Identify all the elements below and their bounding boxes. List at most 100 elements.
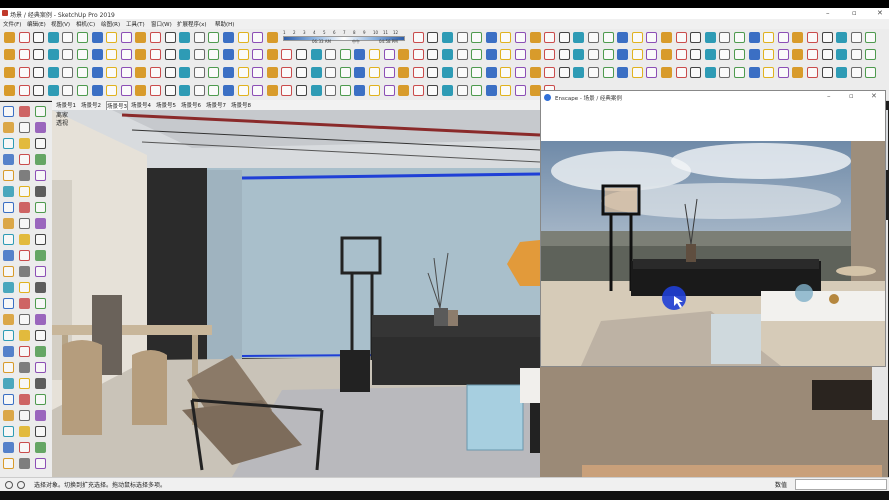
toolbar-tool-icon[interactable] [602,49,614,60]
left-tool-icon[interactable] [3,170,14,181]
toolbar-tool-icon[interactable] [412,49,424,60]
left-tool-icon[interactable] [35,282,46,293]
toolbar-tool-icon[interactable] [164,67,176,78]
toolbar-tool-icon[interactable] [748,67,760,78]
toolbar-tool-icon[interactable] [471,67,483,78]
toolbar-tool-icon[interactable] [62,49,74,60]
left-tool-icon[interactable] [35,170,46,181]
toolbar-tool-icon[interactable] [208,32,220,43]
toolbar-tool-icon[interactable] [734,67,745,78]
toolbar-tool-icon[interactable] [471,85,483,96]
enscape-close-button[interactable]: ✕ [871,92,877,100]
left-tool-icon[interactable] [19,282,30,293]
toolbar-tool-icon[interactable] [208,49,220,60]
toolbar-tool-icon[interactable] [339,67,351,78]
toolbar-tool-icon[interactable] [193,49,205,60]
toolbar-tool-icon[interactable] [135,32,147,43]
toolbar-tool-icon[interactable] [252,49,264,60]
left-tool-icon[interactable] [3,458,14,469]
toolbar-tool-icon[interactable] [135,67,147,78]
menu-view[interactable]: 视图(V) [51,20,70,28]
toolbar-tool-icon[interactable] [62,67,74,78]
toolbar-tool-icon[interactable] [763,49,775,60]
toolbar-tool-icon[interactable] [150,67,161,78]
toolbar-tool-icon[interactable] [777,32,789,43]
toolbar-tool-icon[interactable] [646,32,658,43]
toolbar-tool-icon[interactable] [748,32,760,43]
menu-camera[interactable]: 相机(C) [76,20,95,28]
left-tool-icon[interactable] [3,106,14,117]
toolbar-tool-icon[interactable] [325,85,337,96]
menu-window[interactable]: 窗口(W) [151,20,172,28]
toolbar-tool-icon[interactable] [588,32,599,43]
toolbar-tool-icon[interactable] [573,32,585,43]
menu-file[interactable]: 文件(F) [3,20,21,28]
toolbar-tool-icon[interactable] [266,32,278,43]
toolbar-tool-icon[interactable] [573,67,585,78]
toolbar-tool-icon[interactable] [763,67,775,78]
toolbar-tool-icon[interactable] [369,67,380,78]
toolbar-tool-icon[interactable] [106,85,118,96]
toolbar-tool-icon[interactable] [631,49,643,60]
toolbar-tool-icon[interactable] [675,67,687,78]
left-tool-icon[interactable] [35,426,46,437]
left-tool-icon[interactable] [19,442,30,453]
toolbar-tool-icon[interactable] [237,49,249,60]
maximize-button[interactable]: ▫ [852,9,857,17]
toolbar-tool-icon[interactable] [120,85,132,96]
toolbar-tool-icon[interactable] [807,67,818,78]
toolbar-tool-icon[interactable] [675,49,687,60]
toolbar-tool-icon[interactable] [223,85,234,96]
tab-scene-1[interactable]: 场景号1 [56,101,76,109]
left-tool-icon[interactable] [3,362,14,373]
toolbar-tool-icon[interactable] [4,67,15,78]
toolbar-tool-icon[interactable] [237,67,249,78]
toolbar-tool-icon[interactable] [252,85,264,96]
left-tool-icon[interactable] [19,122,30,133]
left-tool-icon[interactable] [19,154,30,165]
left-tool-icon[interactable] [3,346,14,357]
minimize-button[interactable]: – [826,9,830,17]
left-tool-icon[interactable] [3,218,14,229]
left-tool-icon[interactable] [3,330,14,341]
toolbar-tool-icon[interactable] [369,85,380,96]
toolbar-tool-icon[interactable] [296,67,307,78]
toolbar-tool-icon[interactable] [179,85,191,96]
toolbar-tool-icon[interactable] [427,32,439,43]
toolbar-tool-icon[interactable] [865,49,877,60]
toolbar-tool-icon[interactable] [62,85,74,96]
toolbar-tool-icon[interactable] [164,85,176,96]
toolbar-tool-icon[interactable] [734,49,745,60]
left-tool-icon[interactable] [19,138,30,149]
toolbar-tool-icon[interactable] [515,85,526,96]
tab-scene-6[interactable]: 场景号6 [181,101,201,109]
toolbar-tool-icon[interactable] [18,49,30,60]
toolbar-tool-icon[interactable] [763,32,775,43]
toolbar-tool-icon[interactable] [179,67,191,78]
left-tool-icon[interactable] [19,410,30,421]
toolbar-tool-icon[interactable] [383,85,395,96]
toolbar-tool-icon[interactable] [354,67,366,78]
toolbar-tool-icon[interactable] [33,49,45,60]
toolbar-tool-icon[interactable] [631,32,643,43]
toolbar-tool-icon[interactable] [719,32,731,43]
toolbar-tool-icon[interactable] [821,67,833,78]
toolbar-tool-icon[interactable] [266,49,278,60]
toolbar-tool-icon[interactable] [18,85,30,96]
toolbar-tool-icon[interactable] [485,67,497,78]
toolbar-tool-icon[interactable] [237,32,249,43]
toolbar-tool-icon[interactable] [266,85,278,96]
toolbar-tool-icon[interactable] [558,49,570,60]
left-tool-icon[interactable] [19,314,30,325]
toolbar-tool-icon[interactable] [646,49,658,60]
toolbar-tool-icon[interactable] [4,85,15,96]
left-tool-icon[interactable] [3,266,14,277]
toolbar-tool-icon[interactable] [529,32,541,43]
toolbar-tool-icon[interactable] [223,49,234,60]
toolbar-tool-icon[interactable] [281,67,293,78]
toolbar-tool-icon[interactable] [719,49,731,60]
toolbar-tool-icon[interactable] [836,32,848,43]
toolbar-tool-icon[interactable] [339,49,351,60]
toolbar-tool-icon[interactable] [106,32,118,43]
toolbar-tool-icon[interactable] [412,67,424,78]
